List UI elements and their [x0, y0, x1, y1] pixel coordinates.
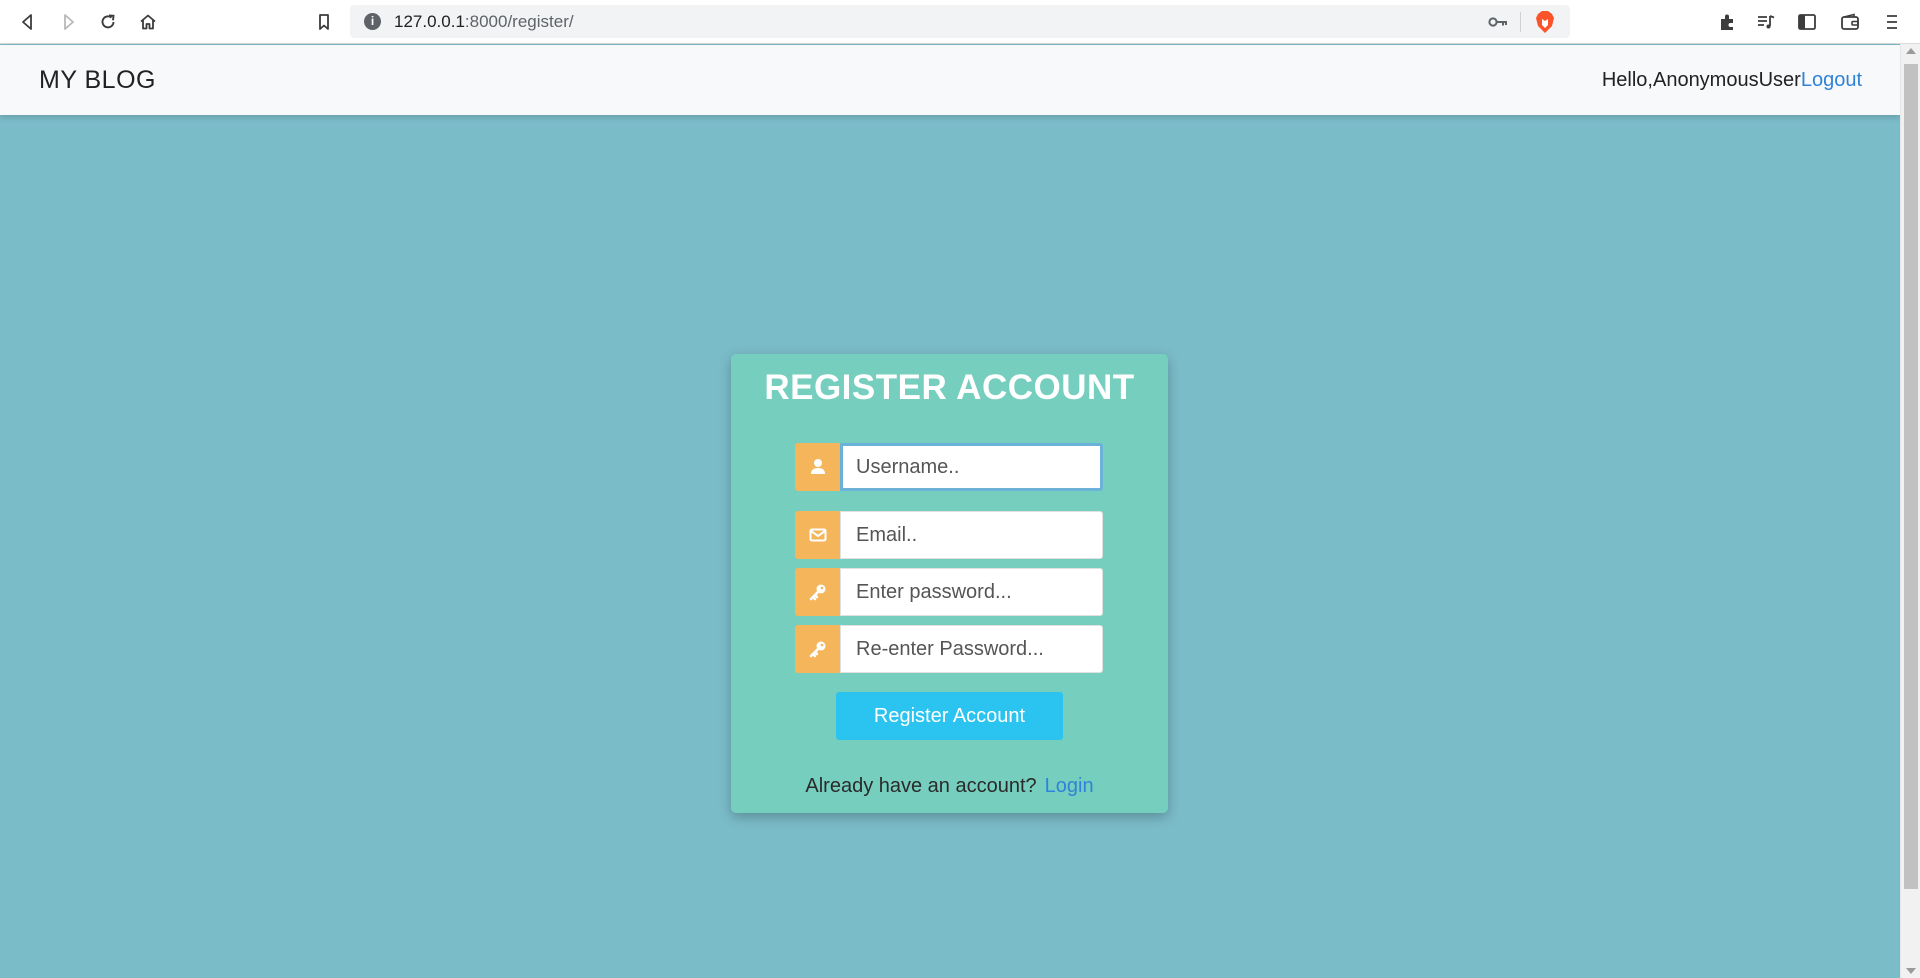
url-text[interactable]: 127.0.0.1:8000/register/ — [394, 12, 574, 32]
username-row — [795, 443, 1105, 491]
email-input[interactable] — [840, 511, 1103, 559]
page-scrollbar[interactable] — [1900, 44, 1920, 978]
url-host: 127.0.0.1 — [394, 12, 465, 31]
register-card: REGISTER ACCOUNT Register Account Alread… — [731, 354, 1168, 813]
site-navbar: MY BLOG Hello,AnonymousUserLogout — [0, 45, 1900, 115]
key-icon — [795, 568, 840, 616]
username-input[interactable] — [840, 443, 1103, 491]
url-path: :8000/register/ — [464, 12, 574, 31]
playlist-icon[interactable] — [1752, 8, 1780, 36]
menu-icon[interactable] — [1878, 8, 1906, 36]
password-input[interactable] — [840, 568, 1103, 616]
extensions-icon[interactable] — [1713, 8, 1741, 36]
site-brand[interactable]: MY BLOG — [39, 66, 156, 95]
login-link[interactable]: Login — [1045, 775, 1094, 797]
login-prompt: Already have an account? Login — [731, 775, 1168, 798]
reload-icon[interactable] — [94, 8, 122, 36]
email-row — [795, 511, 1105, 559]
browser-toolbar: i 127.0.0.1:8000/register/ — [0, 0, 1920, 44]
scroll-down-arrow-icon[interactable] — [1906, 968, 1916, 974]
envelope-icon — [795, 511, 840, 559]
sidebar-icon[interactable] — [1793, 8, 1821, 36]
scroll-up-arrow-icon[interactable] — [1906, 48, 1916, 54]
password-confirm-row — [795, 625, 1105, 673]
forward-icon[interactable] — [54, 8, 82, 36]
scrollbar-thumb[interactable] — [1904, 64, 1918, 889]
user-icon — [795, 443, 840, 491]
back-icon[interactable] — [14, 8, 42, 36]
greeting-text: Hello,AnonymousUser — [1601, 69, 1801, 91]
home-icon[interactable] — [134, 8, 162, 36]
key-icon — [795, 625, 840, 673]
brave-shield-icon[interactable] — [1534, 10, 1556, 34]
key-icon[interactable] — [1488, 13, 1508, 31]
address-bar[interactable]: i 127.0.0.1:8000/register/ — [350, 5, 1570, 38]
wallet-icon[interactable] — [1836, 8, 1864, 36]
logout-link[interactable]: Logout — [1801, 69, 1862, 91]
info-icon[interactable]: i — [364, 13, 381, 30]
password-confirm-input[interactable] — [840, 625, 1103, 673]
register-account-button[interactable]: Register Account — [836, 692, 1063, 740]
bookmark-icon[interactable] — [310, 8, 338, 36]
register-title: REGISTER ACCOUNT — [764, 368, 1135, 407]
user-greeting: Hello,AnonymousUserLogout — [1602, 69, 1862, 92]
password-row — [795, 568, 1105, 616]
login-prompt-text: Already have an account? — [805, 775, 1037, 797]
address-divider — [1520, 12, 1521, 32]
